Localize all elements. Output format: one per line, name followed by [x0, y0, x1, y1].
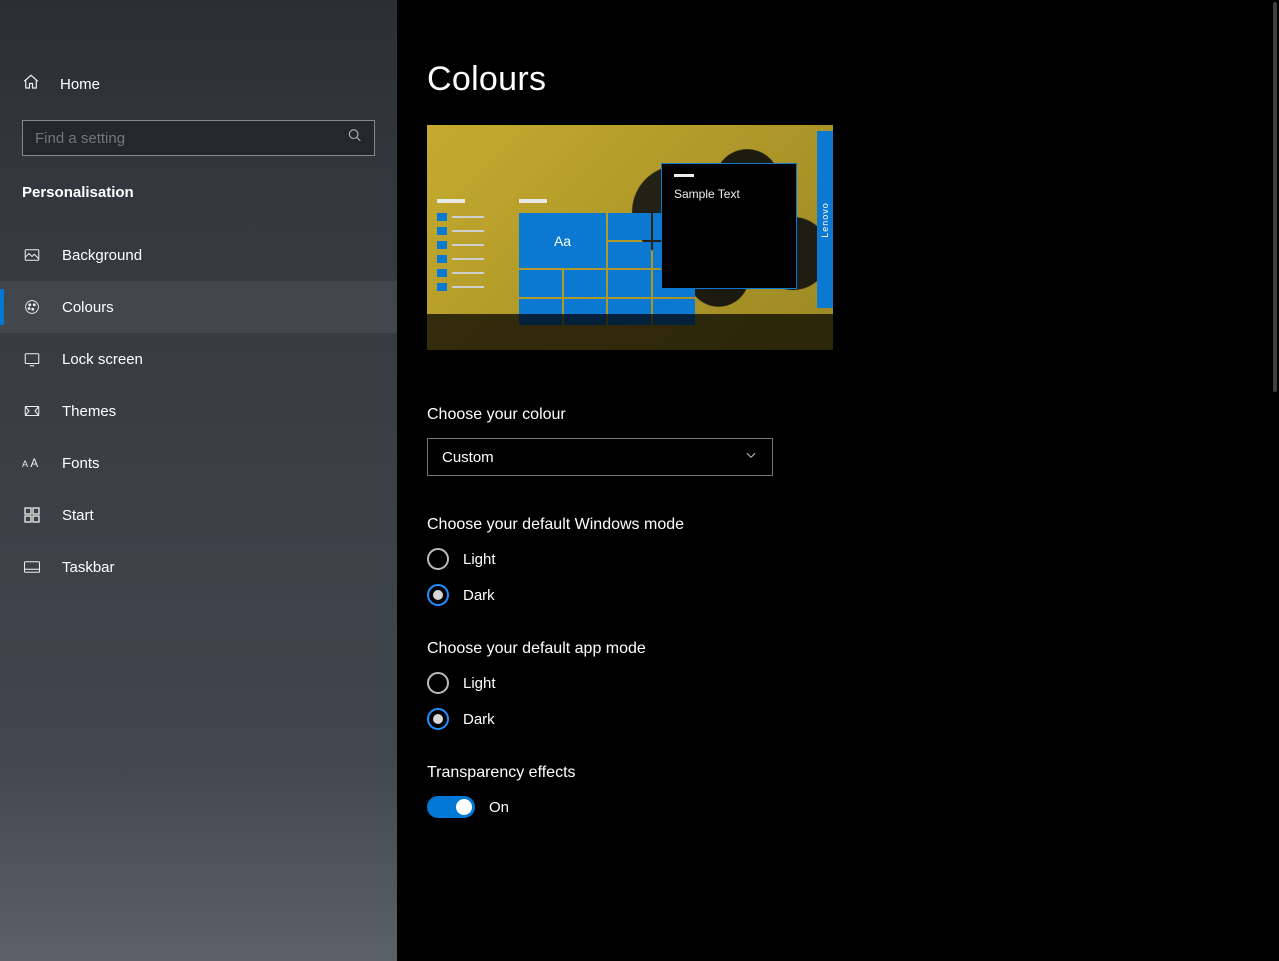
sidebar-item-start[interactable]: Start: [0, 489, 397, 541]
sidebar: Home Personalisation Background Colours …: [0, 0, 397, 961]
app-mode-light[interactable]: Light: [427, 672, 1265, 694]
palette-icon: [22, 298, 42, 316]
colour-mode-select[interactable]: Custom: [427, 438, 773, 476]
home-icon: [22, 73, 40, 95]
preview-decoration: [519, 199, 547, 203]
sidebar-item-label: Colours: [62, 299, 114, 316]
windows-mode-label: Choose your default Windows mode: [427, 516, 1265, 534]
sidebar-nav: Background Colours Lock screen Themes AA…: [0, 229, 397, 593]
transparency-label: Transparency effects: [427, 764, 1265, 782]
sidebar-item-lockscreen[interactable]: Lock screen: [0, 333, 397, 385]
transparency-toggle[interactable]: [427, 796, 475, 818]
preview-tile-glyph: Aa: [519, 213, 606, 268]
search-input[interactable]: [22, 120, 375, 156]
lock-screen-icon: [22, 350, 42, 368]
windows-mode-light[interactable]: Light: [427, 548, 1265, 570]
radio-icon: [427, 584, 449, 606]
start-icon: [22, 507, 42, 523]
sidebar-home[interactable]: Home: [0, 54, 397, 114]
preview-decoration: [437, 199, 465, 203]
colour-mode-selected: Custom: [442, 449, 494, 466]
svg-text:A: A: [22, 459, 29, 469]
sidebar-home-label: Home: [60, 76, 100, 93]
sidebar-item-label: Start: [62, 507, 94, 524]
sidebar-item-label: Lock screen: [62, 351, 143, 368]
sidebar-item-background[interactable]: Background: [0, 229, 397, 281]
radio-label: Light: [463, 675, 496, 692]
sidebar-item-colours[interactable]: Colours: [0, 281, 397, 333]
search-field-wrap: [22, 120, 375, 156]
radio-icon: [427, 708, 449, 730]
page-title: Colours: [427, 60, 1265, 99]
sidebar-item-label: Background: [62, 247, 142, 264]
brand-strip: Lenovo: [817, 131, 833, 308]
preview-window: Sample Text: [661, 163, 797, 289]
preview-taskbar: [427, 314, 833, 350]
picture-icon: [22, 246, 42, 264]
app-mode-label: Choose your default app mode: [427, 640, 1265, 658]
sidebar-item-label: Fonts: [62, 455, 100, 472]
preview-sample-text: Sample Text: [674, 187, 784, 201]
sidebar-item-label: Taskbar: [62, 559, 115, 576]
colour-preview: Lenovo Aa Sample Text: [427, 125, 833, 350]
themes-icon: [22, 402, 42, 420]
preview-start-list: [437, 213, 484, 291]
main-content: Colours Lenovo Aa Sample Text Choose you: [397, 0, 1265, 961]
search-icon: [347, 128, 363, 149]
vertical-scrollbar[interactable]: [1265, 0, 1279, 961]
choose-colour-label: Choose your colour: [427, 406, 1265, 424]
app-mode-dark[interactable]: Dark: [427, 708, 1265, 730]
svg-text:A: A: [30, 457, 38, 470]
taskbar-icon: [22, 560, 42, 574]
radio-label: Light: [463, 551, 496, 568]
transparency-value: On: [489, 799, 509, 816]
sidebar-item-fonts[interactable]: AA Fonts: [0, 437, 397, 489]
radio-icon: [427, 548, 449, 570]
fonts-icon: AA: [22, 454, 42, 472]
chevron-down-icon: [744, 448, 758, 466]
windows-mode-dark[interactable]: Dark: [427, 584, 1265, 606]
sidebar-item-taskbar[interactable]: Taskbar: [0, 541, 397, 593]
sidebar-section-title: Personalisation: [0, 156, 397, 209]
sidebar-item-themes[interactable]: Themes: [0, 385, 397, 437]
radio-icon: [427, 672, 449, 694]
radio-label: Dark: [463, 711, 495, 728]
radio-label: Dark: [463, 587, 495, 604]
sidebar-item-label: Themes: [62, 403, 116, 420]
